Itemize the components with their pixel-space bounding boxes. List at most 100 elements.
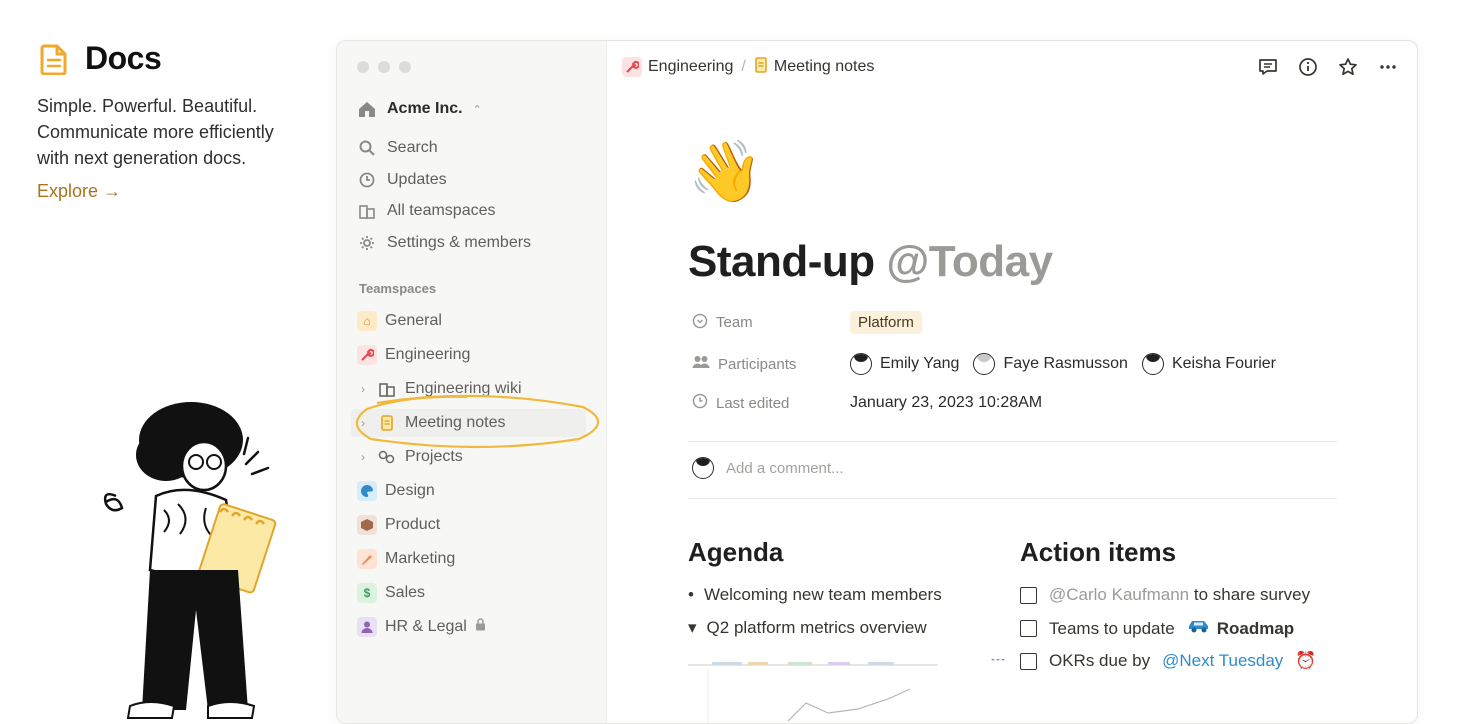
teamspace-label: Sales (385, 584, 426, 601)
property-key-label: Team (716, 314, 753, 331)
comment-box[interactable]: Add a comment... (692, 457, 844, 479)
sidebar: Acme Inc. ⌃ Search Updates All teamspace… (337, 41, 607, 723)
todo-item[interactable]: Teams to update Roadmap (1020, 618, 1294, 639)
todo-checkbox[interactable] (1020, 652, 1037, 670)
promo-desc-line: with next generation docs. (37, 148, 247, 168)
participant-name: Keisha Fourier (1171, 355, 1276, 372)
team-tag[interactable]: Platform (850, 311, 922, 334)
teamspace-label: Marketing (385, 550, 456, 567)
property-key: Last edited (692, 393, 850, 413)
date-mention[interactable]: @Next Tuesday (1162, 651, 1283, 671)
sidebar-item-search[interactable]: Search (357, 138, 438, 158)
lock-icon (475, 618, 486, 636)
clock-icon (357, 170, 377, 190)
buildings-icon (377, 379, 397, 399)
property-value[interactable]: Emily Yang Faye Rasmusson Keisha Fourier (850, 353, 1276, 375)
teamspace-general[interactable]: ⌂ General (357, 311, 442, 331)
sidebar-item-updates[interactable]: Updates (357, 170, 447, 190)
minimize-window-button[interactable] (378, 61, 390, 73)
workspace-switcher[interactable]: Acme Inc. ⌃ (357, 99, 482, 119)
avatar (1141, 353, 1164, 375)
bullet-dot: • (688, 585, 694, 604)
todo-checkbox[interactable] (1020, 620, 1037, 637)
divider (688, 498, 1337, 499)
sidebar-item-all-teamspaces[interactable]: All teamspaces (357, 201, 496, 221)
sidebar-item-label: Search (387, 139, 438, 156)
participant-chip[interactable]: Keisha Fourier (1141, 353, 1276, 375)
teamspaces-section-label: Teamspaces (359, 281, 437, 296)
comments-icon[interactable] (1257, 56, 1279, 78)
sidebar-item-label: All teamspaces (387, 202, 496, 219)
participant-chip[interactable]: Faye Rasmusson (973, 353, 1128, 375)
participant-name: Faye Rasmusson (1003, 355, 1128, 372)
breadcrumb-engineering[interactable]: Engineering (622, 57, 733, 77)
breadcrumb: Engineering / Meeting notes (622, 56, 874, 78)
page-link-label: Roadmap (1216, 618, 1295, 638)
star-icon[interactable] (1337, 56, 1359, 78)
page-label: Engineering wiki (405, 380, 522, 397)
property-last-edited: Last edited January 23, 2023 10:28AM (692, 393, 1042, 413)
property-key: Participants (692, 355, 850, 373)
teamspace-design[interactable]: Design (357, 481, 435, 501)
page-title-text: Stand-up (688, 237, 875, 286)
agenda-item[interactable]: • Welcoming new team members (688, 585, 942, 605)
teamspace-product[interactable]: Product (357, 515, 440, 535)
chevron-right-icon[interactable]: › (357, 450, 369, 464)
close-window-button[interactable] (357, 61, 369, 73)
participant-chip[interactable]: Emily Yang (850, 353, 959, 375)
chevron-right-icon[interactable]: › (357, 382, 369, 396)
date-mention[interactable]: @Today (886, 237, 1053, 286)
explore-link[interactable]: Explore → (37, 181, 121, 202)
todo-text: OKRs due by (1049, 651, 1151, 670)
sidebar-item-settings[interactable]: Settings & members (357, 233, 531, 253)
divider (688, 441, 1337, 442)
agenda-heading[interactable]: Agenda (688, 537, 783, 568)
person-icon (357, 617, 377, 637)
comment-placeholder: Add a comment... (726, 459, 844, 477)
workspace-name: Acme Inc. (387, 100, 463, 117)
chevron-right-icon[interactable]: › (357, 416, 369, 430)
page-engineering-wiki[interactable]: › Engineering wiki (357, 379, 522, 399)
breadcrumb-separator: / (741, 58, 746, 75)
app-window: Acme Inc. ⌃ Search Updates All teamspace… (336, 40, 1418, 724)
page-projects[interactable]: › Projects (357, 447, 463, 467)
info-icon[interactable] (1297, 56, 1319, 78)
window-controls (357, 61, 411, 73)
more-options-icon[interactable] (1377, 56, 1399, 78)
breadcrumb-meeting-notes[interactable]: Meeting notes (754, 56, 874, 78)
page-title[interactable]: Stand-up @Today (688, 237, 1053, 287)
people-icon (692, 355, 710, 373)
select-icon (692, 313, 708, 333)
avatar (850, 353, 872, 375)
teamspace-label: Engineering (385, 346, 471, 363)
page-meeting-notes[interactable]: › Meeting notes (351, 409, 586, 437)
page-link-roadmap[interactable]: Roadmap (1187, 618, 1294, 639)
gear-icon (357, 233, 377, 253)
notepad-icon (754, 56, 768, 78)
person-illustration (96, 400, 296, 724)
teamspace-marketing[interactable]: Marketing (357, 549, 455, 569)
property-value[interactable]: Platform (850, 311, 922, 334)
promo-description: Simple. Powerful. Beautiful. Communicate… (37, 93, 317, 171)
teamspace-engineering[interactable]: Engineering (357, 345, 470, 365)
toggle-triangle-icon[interactable]: ▾ (688, 618, 697, 638)
palette-icon (357, 481, 377, 501)
teamspace-hr-legal[interactable]: HR & Legal (357, 617, 486, 637)
person-mention[interactable]: @Carlo Kaufmann (1049, 585, 1189, 604)
property-participants: Participants Emily Yang Faye Rasmusson K… (692, 353, 1276, 375)
sidebar-item-label: Settings & members (387, 234, 532, 251)
page-emoji[interactable]: 👋 (688, 137, 763, 207)
topbar: Engineering / Meeting notes (622, 55, 1399, 79)
action-items-heading[interactable]: Action items (1020, 537, 1176, 568)
todo-checkbox[interactable] (1020, 586, 1037, 604)
avatar (973, 353, 996, 375)
todo-item[interactable]: @Carlo Kaufmann to share survey (1020, 585, 1310, 605)
agenda-toggle-item[interactable]: ▾ Q2 platform metrics overview (688, 618, 927, 638)
last-edited-value: January 23, 2023 10:28AM (850, 394, 1043, 411)
clock-icon (692, 393, 708, 413)
teamspace-sales[interactable]: $ Sales (357, 583, 425, 603)
todo-item[interactable]: OKRs due by @Next Tuesday ⏰ (1020, 651, 1316, 671)
maximize-window-button[interactable] (399, 61, 411, 73)
megaphone-icon (357, 549, 377, 569)
search-icon (357, 138, 377, 158)
